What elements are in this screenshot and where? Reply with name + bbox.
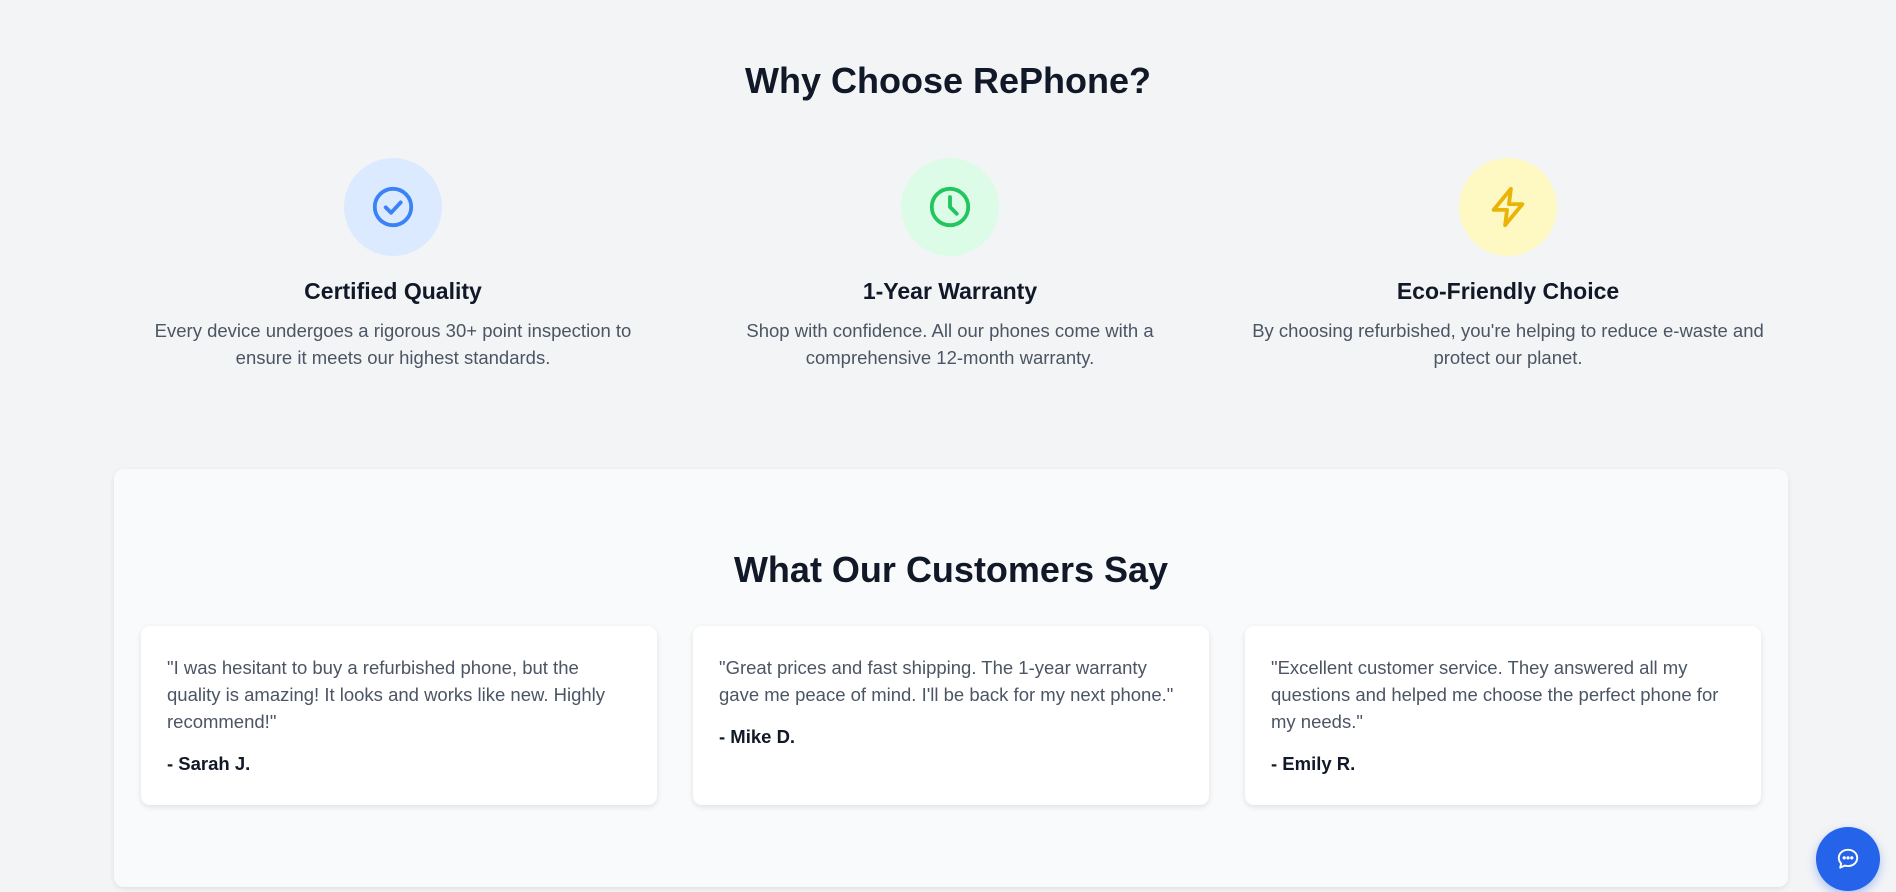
testimonial-author: - Mike D. <box>719 726 796 747</box>
testimonial-quote: "Excellent customer service. They answer… <box>1271 657 1719 732</box>
chat-bubble-icon <box>1837 848 1859 869</box>
feature-title: Certified Quality <box>304 278 482 304</box>
feature-description: By choosing refurbished, you're helping … <box>1252 320 1764 368</box>
testimonial-quote: "I was hesitant to buy a refurbished pho… <box>167 657 606 732</box>
why-choose-title: Why Choose RePhone? <box>744 60 1152 101</box>
feature-description: Shop with confidence. All our phones com… <box>746 320 1154 368</box>
feature-certified-quality: Certified Quality Every device undergoes… <box>123 158 663 371</box>
testimonial-quote: "Great prices and fast shipping. The 1-y… <box>719 657 1174 705</box>
testimonial-card: "I was hesitant to buy a refurbished pho… <box>141 626 657 805</box>
feature-warranty: 1-Year Warranty Shop with confidence. Al… <box>680 158 1220 371</box>
testimonial-author: - Sarah J. <box>167 753 251 774</box>
testimonials-section: What Our Customers Say "I was hesitant t… <box>114 469 1788 887</box>
chat-button[interactable] <box>1816 827 1880 891</box>
testimonial-author: - Emily R. <box>1271 753 1356 774</box>
feature-title: Eco-Friendly Choice <box>1396 278 1620 304</box>
feature-description: Every device undergoes a rigorous 30+ po… <box>154 320 632 368</box>
clock-icon <box>901 158 999 256</box>
feature-eco-friendly: Eco-Friendly Choice By choosing refurbis… <box>1238 158 1778 371</box>
feature-title: 1-Year Warranty <box>862 278 1038 304</box>
lightning-bolt-icon <box>1459 158 1557 256</box>
testimonial-card: "Excellent customer service. They answer… <box>1245 626 1761 805</box>
testimonial-card: "Great prices and fast shipping. The 1-y… <box>693 626 1209 805</box>
check-circle-icon <box>344 158 442 256</box>
testimonials-title: What Our Customers Say <box>733 549 1169 590</box>
